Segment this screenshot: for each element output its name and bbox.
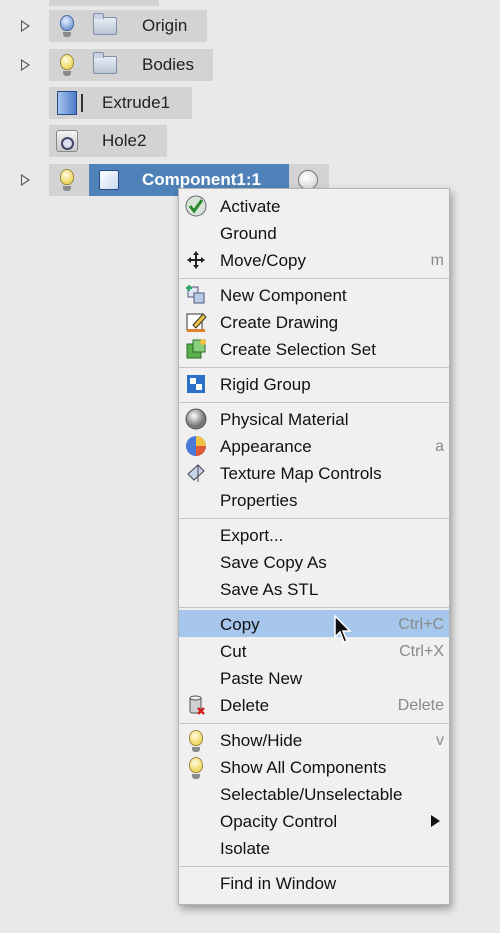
menu-item-label: Move/Copy	[220, 251, 306, 270]
menu-item-label: Delete	[220, 696, 270, 715]
menu-item-new-component[interactable]: New Component	[179, 281, 449, 308]
checkmark-icon	[185, 195, 207, 217]
trash-can-icon	[185, 694, 207, 716]
menu-separator	[179, 607, 449, 608]
drawing-pencil-icon	[185, 311, 207, 333]
tree-node-bodies[interactable]: Bodies	[49, 49, 213, 81]
appearance-pie-icon	[185, 435, 207, 457]
menu-item-find-in-window[interactable]: Find in Window	[179, 869, 449, 896]
menu-item-label: Texture Map Controls	[220, 464, 382, 483]
lightbulb-icon	[185, 756, 207, 779]
menu-item-save-as-stl[interactable]: Save As STL	[179, 575, 449, 602]
menu-item-rigid-group[interactable]: Rigid Group	[179, 370, 449, 397]
lightbulb-icon	[185, 729, 207, 752]
menu-item-ground[interactable]: Ground	[179, 219, 449, 246]
tree-node-hole[interactable]: Hole2	[49, 125, 167, 157]
rigid-group-icon	[185, 373, 207, 395]
menu-item-label: Selectable/Unselectable	[220, 785, 403, 804]
menu-item-isolate[interactable]: Isolate	[179, 834, 449, 861]
menu-item-texture-map-controls[interactable]: Texture Map Controls	[179, 459, 449, 486]
menu-item-label: Save As STL	[220, 580, 319, 599]
menu-item-label: Isolate	[220, 839, 271, 858]
menu-item-label: Opacity Control	[220, 812, 338, 831]
menu-item-label: Copy	[220, 615, 260, 634]
menu-item-label: Find in Window	[220, 874, 337, 893]
selection-set-icon	[185, 338, 207, 360]
submenu-arrow-icon	[431, 815, 440, 827]
menu-item-delete[interactable]: Delete Delete	[179, 691, 449, 718]
menu-item-create-selection-set[interactable]: Create Selection Set	[179, 335, 449, 362]
menu-item-cut[interactable]: Cut Ctrl+X	[179, 637, 449, 664]
menu-item-export[interactable]: Export...	[179, 521, 449, 548]
tree-node-label: Origin	[142, 16, 188, 35]
menu-item-save-copy-as[interactable]: Save Copy As	[179, 548, 449, 575]
shortcut-label: Ctrl+X	[399, 643, 444, 660]
visibility-bulb-icon[interactable]	[51, 49, 83, 81]
new-component-icon	[185, 284, 207, 306]
extrude-feature-icon	[51, 87, 83, 119]
menu-item-label: New Component	[220, 286, 347, 305]
menu-item-label: Cut	[220, 642, 247, 661]
material-sphere-icon	[185, 408, 207, 430]
menu-item-label: Properties	[220, 491, 298, 510]
menu-item-create-drawing[interactable]: Create Drawing	[179, 308, 449, 335]
folder-icon	[89, 49, 121, 81]
menu-item-show-all-components[interactable]: Show All Components	[179, 753, 449, 780]
move-arrows-icon	[185, 249, 207, 271]
visibility-bulb-icon[interactable]	[51, 164, 83, 196]
menu-item-opacity-control[interactable]: Opacity Control	[179, 807, 449, 834]
menu-separator	[179, 367, 449, 368]
shortcut-label: a	[435, 438, 444, 455]
menu-item-label: Create Selection Set	[220, 340, 376, 359]
menu-separator	[179, 402, 449, 403]
mouse-pointer-icon	[334, 614, 354, 650]
component-icon	[93, 164, 125, 196]
menu-item-label: Show All Components	[220, 758, 387, 777]
menu-item-label: Save Copy As	[220, 553, 327, 572]
expand-arrow-icon[interactable]	[21, 174, 30, 186]
menu-separator	[179, 723, 449, 724]
menu-item-show-hide[interactable]: Show/Hide v	[179, 726, 449, 753]
menu-item-label: Physical Material	[220, 410, 349, 429]
menu-item-physical-material[interactable]: Physical Material	[179, 405, 449, 432]
tree-node-extrude[interactable]: Extrude1	[49, 87, 192, 119]
menu-item-label: Ground	[220, 224, 277, 243]
texture-map-icon	[185, 462, 207, 484]
menu-item-activate[interactable]: Activate	[179, 192, 449, 219]
visibility-bulb-icon[interactable]	[51, 10, 83, 42]
folder-icon	[89, 10, 121, 42]
menu-item-label: Appearance	[220, 437, 312, 456]
tree-node-origin[interactable]: Origin	[49, 10, 207, 42]
menu-item-move-copy[interactable]: Move/Copy m	[179, 246, 449, 273]
menu-item-label: Create Drawing	[220, 313, 339, 332]
menu-item-properties[interactable]: Properties	[179, 486, 449, 513]
menu-separator	[179, 278, 449, 279]
menu-item-label: Rigid Group	[220, 375, 311, 394]
shortcut-label: v	[436, 732, 444, 749]
menu-item-selectable-unselectable[interactable]: Selectable/Unselectable	[179, 780, 449, 807]
shortcut-label: Ctrl+C	[398, 616, 444, 633]
menu-item-label: Activate	[220, 197, 281, 216]
menu-item-copy[interactable]: Copy Ctrl+C	[179, 610, 449, 637]
tree-node-label: Component1:1	[142, 170, 261, 189]
hole-feature-icon	[51, 125, 83, 157]
tree-node-label: Bodies	[142, 55, 194, 74]
expand-arrow-icon[interactable]	[21, 59, 30, 71]
expand-arrow-icon[interactable]	[21, 20, 30, 32]
shortcut-label: m	[430, 252, 444, 269]
tree-node-label: Hole2	[102, 131, 147, 150]
tree-node-partial[interactable]	[49, 0, 159, 6]
context-menu: Activate Ground Move/Copy m New Componen…	[178, 188, 450, 905]
menu-item-label: Show/Hide	[220, 731, 303, 750]
menu-item-label: Export...	[220, 526, 284, 545]
menu-item-paste-new[interactable]: Paste New	[179, 664, 449, 691]
menu-separator	[179, 866, 449, 867]
menu-item-label: Paste New	[220, 669, 303, 688]
shortcut-label: Delete	[397, 697, 444, 714]
tree-node-label: Extrude1	[102, 93, 171, 112]
menu-item-appearance[interactable]: Appearance a	[179, 432, 449, 459]
menu-separator	[179, 518, 449, 519]
